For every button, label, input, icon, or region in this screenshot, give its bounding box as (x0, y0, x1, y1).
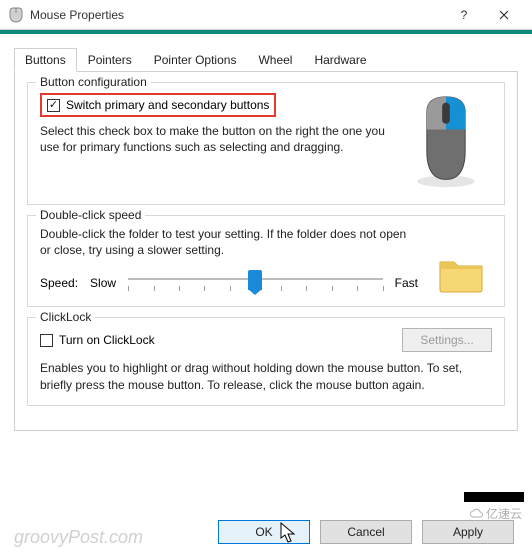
tab-hardware[interactable]: Hardware (303, 48, 377, 72)
tab-buttons[interactable]: Buttons (14, 48, 77, 72)
test-folder[interactable] (430, 226, 492, 294)
group-clicklock: ClickLock Turn on ClickLock Settings... … (27, 317, 505, 405)
window-title: Mouse Properties (30, 8, 444, 22)
tab-wheel[interactable]: Wheel (247, 48, 303, 72)
switch-buttons-row[interactable]: Switch primary and secondary buttons (40, 93, 276, 117)
double-click-desc: Double-click the folder to test your set… (40, 226, 418, 258)
button-config-desc: Select this check box to make the button… (40, 123, 394, 155)
dialog-footer: groovyPost.com OK Cancel Apply (0, 510, 532, 558)
tab-pointer-options[interactable]: Pointer Options (143, 48, 248, 72)
clicklock-settings-button[interactable]: Settings... (402, 328, 492, 352)
mouse-icon (8, 7, 24, 23)
close-button[interactable] (484, 0, 524, 29)
content-area: Buttons Pointers Pointer Options Wheel H… (0, 34, 532, 431)
tab-strip: Buttons Pointers Pointer Options Wheel H… (14, 48, 518, 72)
cancel-button[interactable]: Cancel (320, 520, 412, 544)
speed-slider[interactable] (128, 272, 383, 294)
clicklock-desc: Enables you to highlight or drag without… (40, 360, 492, 392)
clicklock-checkbox[interactable] (40, 334, 53, 347)
apply-button[interactable]: Apply (422, 520, 514, 544)
help-button[interactable]: ? (444, 0, 484, 29)
ok-button[interactable]: OK (218, 520, 310, 544)
speed-label: Speed: (40, 276, 78, 290)
redaction-bar (464, 492, 524, 502)
switch-buttons-checkbox[interactable] (47, 99, 60, 112)
group-double-click-label: Double-click speed (36, 208, 145, 222)
clicklock-row[interactable]: Turn on ClickLock (40, 333, 155, 347)
fast-label: Fast (395, 276, 418, 290)
group-button-config-label: Button configuration (36, 75, 151, 89)
group-clicklock-label: ClickLock (36, 310, 95, 324)
tab-body: Button configuration Switch primary and … (14, 72, 518, 431)
switch-buttons-label: Switch primary and secondary buttons (66, 98, 269, 112)
watermark: groovyPost.com (14, 527, 143, 548)
close-icon (499, 10, 509, 20)
clicklock-label: Turn on ClickLock (59, 333, 155, 347)
group-double-click: Double-click speed Double-click the fold… (27, 215, 505, 307)
tab-pointers[interactable]: Pointers (77, 48, 143, 72)
title-bar: Mouse Properties ? (0, 0, 532, 30)
slow-label: Slow (90, 276, 116, 290)
speed-slider-row: Speed: Slow Fast (40, 272, 418, 294)
group-button-config: Button configuration Switch primary and … (27, 82, 505, 205)
mouse-illustration (406, 93, 492, 192)
folder-icon (438, 254, 484, 294)
speed-slider-thumb[interactable] (248, 270, 262, 290)
